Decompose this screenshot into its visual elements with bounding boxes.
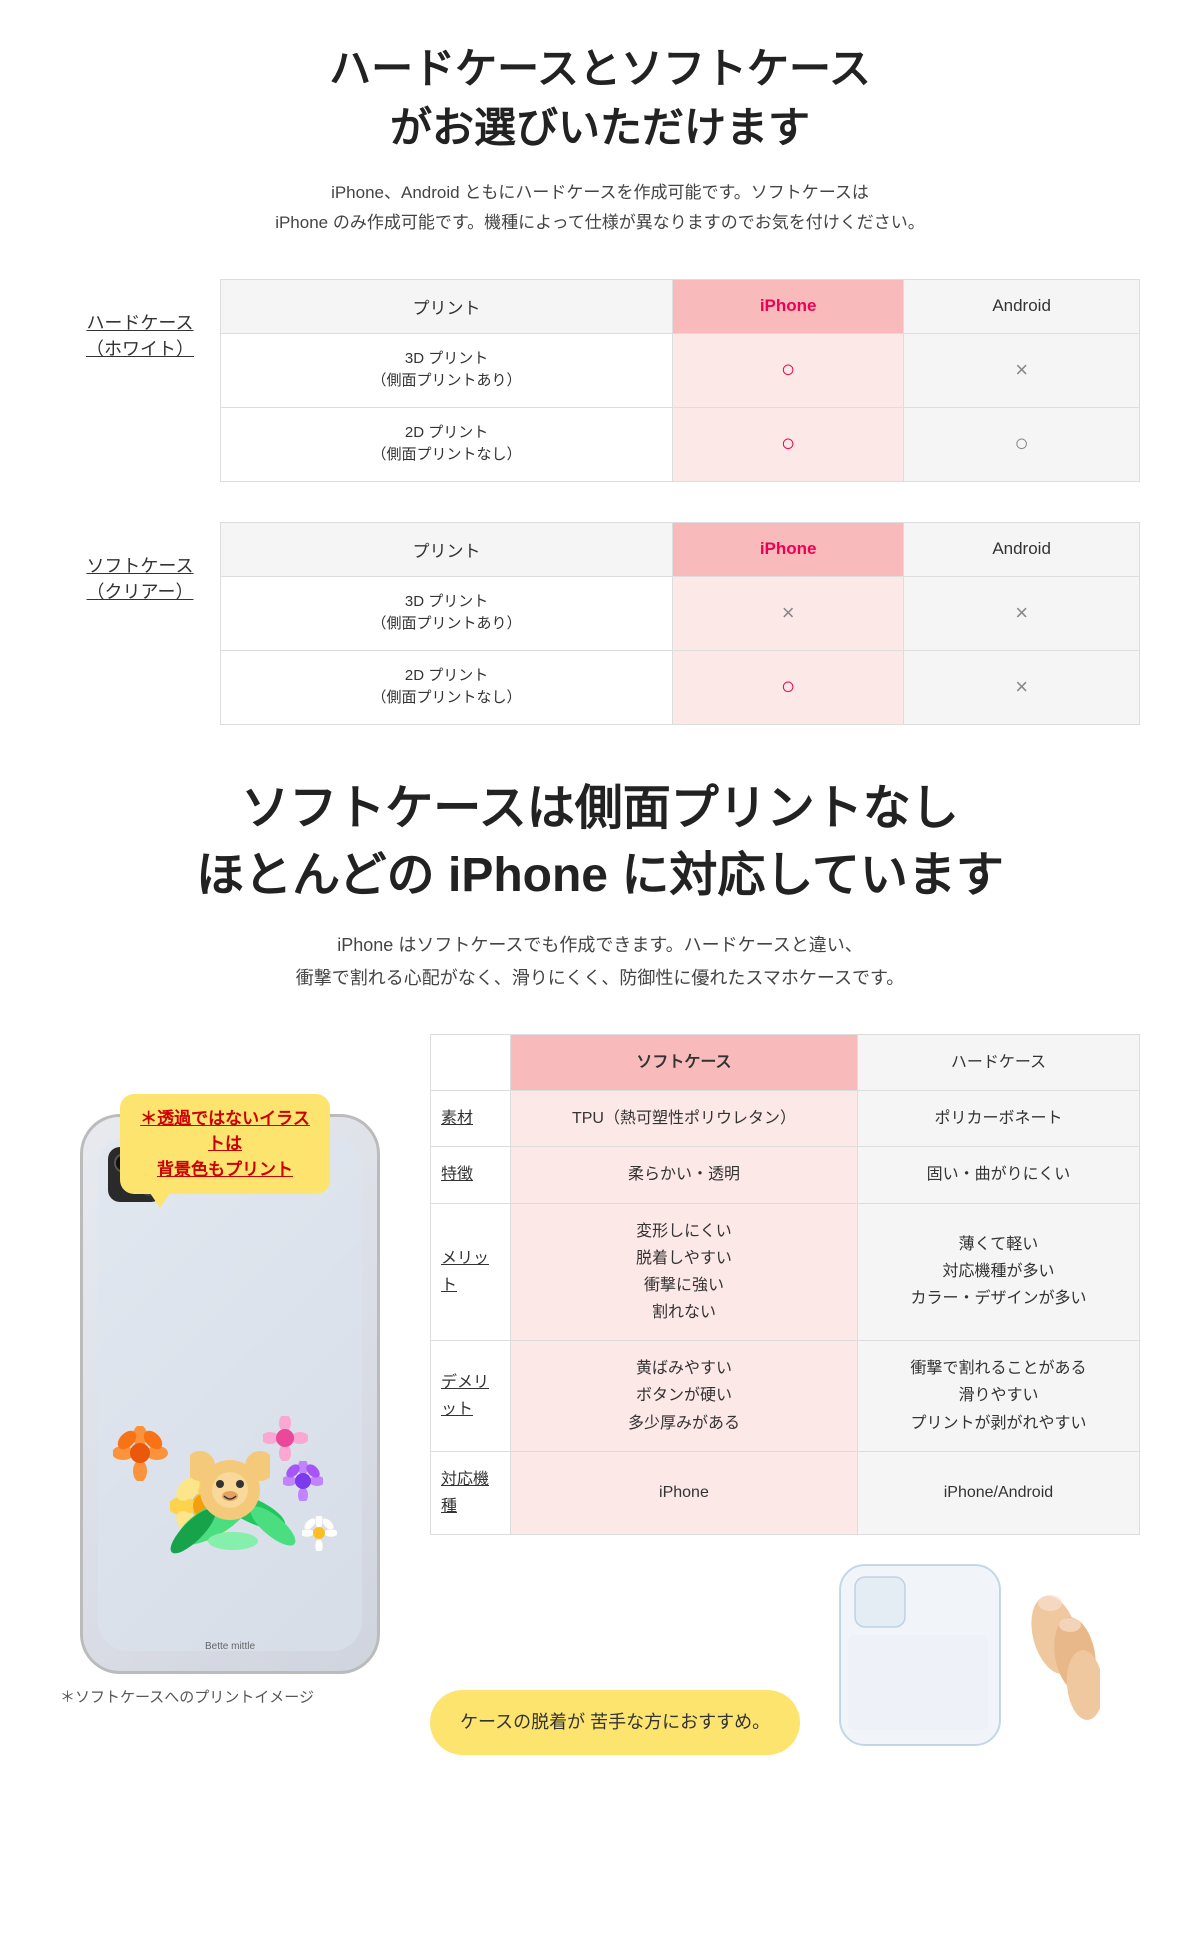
detail-demerit-label: デメリット — [431, 1341, 511, 1452]
phone-caption: ＊ソフトケースへのプリントイメージ — [60, 1686, 400, 1707]
detail-table: ソフトケース ハードケース 素材 TPU（熱可塑性ポリウレタン） ポリカーボネー… — [430, 1034, 1140, 1535]
hard-row2-iphone: ○ — [673, 407, 904, 481]
detail-feature-hard: 固い・曲がりにくい — [857, 1147, 1139, 1203]
bottom-bubble: ケースの脱着が 苦手な方におすすめ。 — [430, 1690, 800, 1755]
table-row: 特徴 柔らかい・透明 固い・曲がりにくい — [431, 1147, 1140, 1203]
table-row: 3D プリント（側面プリントあり） × × — [221, 576, 1140, 650]
soft-android-header: Android — [904, 522, 1140, 576]
soft-iphone-header: iPhone — [673, 522, 904, 576]
soft-row1-iphone: × — [673, 576, 904, 650]
detail-feature-soft: 柔らかい・透明 — [511, 1147, 858, 1203]
bottom-row: ケースの脱着が 苦手な方におすすめ。 — [430, 1555, 1140, 1755]
detail-feature-label: 特徴 — [431, 1147, 511, 1203]
speech-bubble: ＊透過ではないイラストは背景色もプリント — [120, 1094, 330, 1195]
table-row: 3D プリント（側面プリントあり） ○ × — [221, 333, 1140, 407]
detail-merit-soft: 変形しにくい脱着しやすい衝撃に強い割れない — [511, 1203, 858, 1341]
table-row: 2D プリント（側面プリントなし） ○ ○ — [221, 407, 1140, 481]
table-row: メリット 変形しにくい脱着しやすい衝撃に強い割れない 薄くて軽い対応機種が多いカ… — [431, 1203, 1140, 1341]
detail-merit-label: メリット — [431, 1203, 511, 1341]
detail-merit-hard: 薄くて軽い対応機種が多いカラー・デザインが多い — [857, 1203, 1139, 1341]
hard-case-table: プリント iPhone Android 3D プリント（側面プリントあり） ○ … — [220, 279, 1140, 482]
detail-empty-header — [431, 1034, 511, 1090]
detail-soft-header: ソフトケース — [511, 1034, 858, 1090]
detail-table-col: ソフトケース ハードケース 素材 TPU（熱可塑性ポリウレタン） ポリカーボネー… — [430, 1034, 1140, 1755]
table-row: 対応機種 iPhone iPhone/Android — [431, 1451, 1140, 1534]
detail-compat-label: 対応機種 — [431, 1451, 511, 1534]
hard-row2-android: ○ — [904, 407, 1140, 481]
detail-hard-header: ハードケース — [857, 1034, 1139, 1090]
soft-case-label: ソフトケース （クリアー） — [60, 522, 220, 604]
table-row: デメリット 黄ばみやすいボタンが硬い多少厚みがある 衝撃で割れることがある滑りや… — [431, 1341, 1140, 1452]
section1-title: ハードケースとソフトケース がお選びいただけます — [60, 40, 1140, 158]
hard-row1-print: 3D プリント（側面プリントあり） — [221, 333, 673, 407]
table-row: 素材 TPU（熱可塑性ポリウレタン） ポリカーボネート — [431, 1091, 1140, 1147]
phone-illustration: Bette mittle — [80, 1114, 380, 1674]
detail-compat-soft: iPhone — [511, 1451, 858, 1534]
soft-row1-android: × — [904, 576, 1140, 650]
hard-row2-print: 2D プリント（側面プリントなし） — [221, 407, 673, 481]
hard-case-label: ハードケース （ホワイト） — [60, 279, 220, 361]
soft-print-header: プリント — [221, 522, 673, 576]
section2-subtitle: iPhone はソフトケースでも作成できます。ハードケースと違い、 衝撃で割れる… — [60, 929, 1140, 994]
section2-title: ソフトケースは側面プリントなし ほとんどの iPhone に対応しています — [60, 775, 1140, 909]
hard-iphone-header: iPhone — [673, 279, 904, 333]
clear-case-illustration — [820, 1555, 1140, 1755]
hard-android-header: Android — [904, 279, 1140, 333]
soft-row2-iphone: ○ — [673, 650, 904, 724]
hard-row1-iphone: ○ — [673, 333, 904, 407]
phone-logo: Bette mittle — [205, 1640, 255, 1653]
detail-material-hard: ポリカーボネート — [857, 1091, 1139, 1147]
detail-material-label: 素材 — [431, 1091, 511, 1147]
detail-demerit-soft: 黄ばみやすいボタンが硬い多少厚みがある — [511, 1341, 858, 1452]
table-row: 2D プリント（側面プリントなし） ○ × — [221, 650, 1140, 724]
hard-case-section: ハードケース （ホワイト） プリント iPhone Android 3D プリン… — [60, 279, 1140, 482]
soft-row2-print: 2D プリント（側面プリントなし） — [221, 650, 673, 724]
hard-print-header: プリント — [221, 279, 673, 333]
bottom-section: ＊透過ではないイラストは背景色もプリント — [60, 1034, 1140, 1755]
detail-demerit-hard: 衝撃で割れることがある滑りやすいプリントが剥がれやすい — [857, 1341, 1139, 1452]
soft-case-table: プリント iPhone Android 3D プリント（側面プリントあり） × … — [220, 522, 1140, 725]
soft-case-section: ソフトケース （クリアー） プリント iPhone Android 3D プリン… — [60, 522, 1140, 725]
detail-compat-hard: iPhone/Android — [857, 1451, 1139, 1534]
phone-image-col: ＊透過ではないイラストは背景色もプリント — [60, 1034, 400, 1707]
detail-material-soft: TPU（熱可塑性ポリウレタン） — [511, 1091, 858, 1147]
section1-subtitle: iPhone、Android ともにハードケースを作成可能です。ソフトケースは … — [60, 178, 1140, 239]
hard-row1-android: × — [904, 333, 1140, 407]
soft-row2-android: × — [904, 650, 1140, 724]
soft-row1-print: 3D プリント（側面プリントあり） — [221, 576, 673, 650]
